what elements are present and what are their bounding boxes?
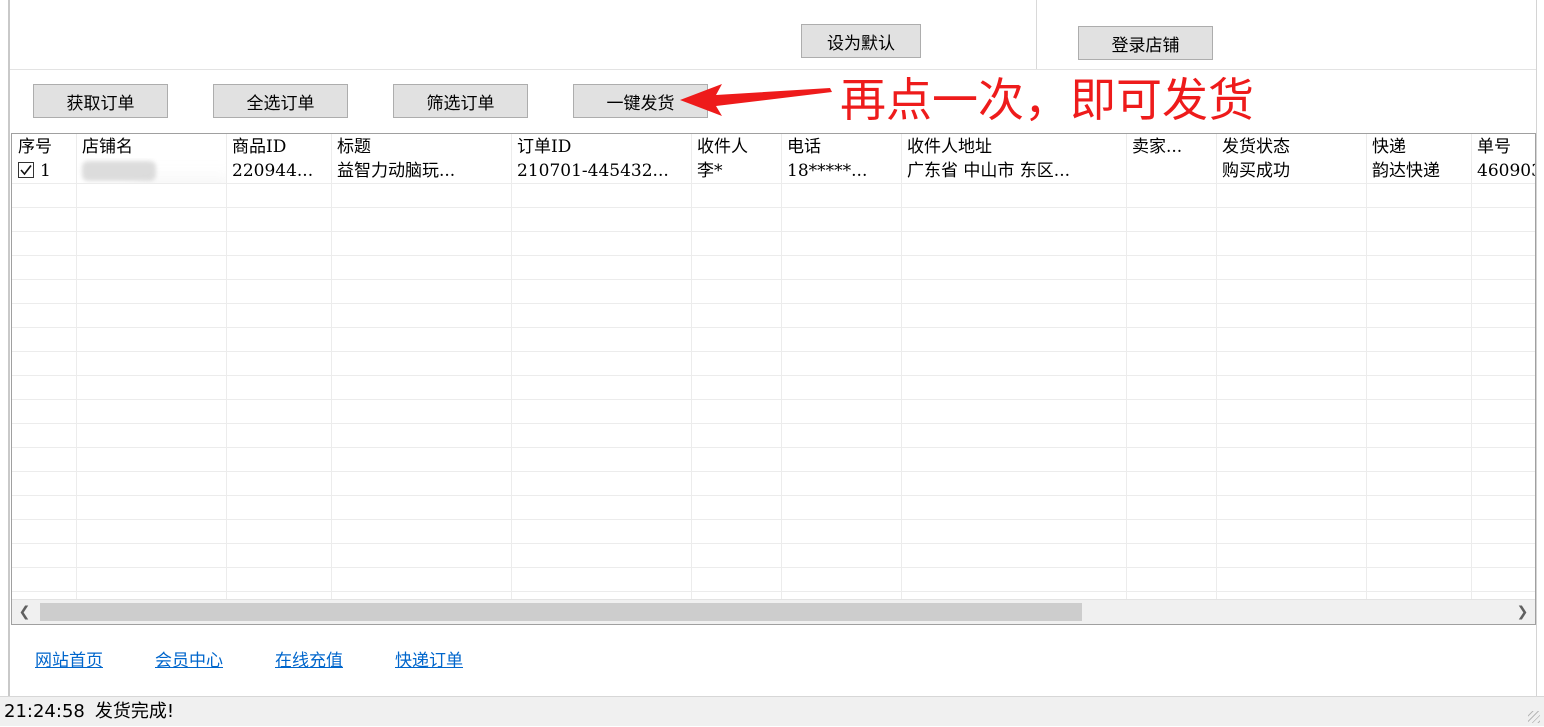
empty-row xyxy=(12,496,1535,520)
empty-row xyxy=(12,232,1535,256)
redacted-store-name xyxy=(82,161,156,181)
window-left-border xyxy=(8,0,10,696)
status-bar: 21:24:58 发货完成! xyxy=(0,696,1544,726)
empty-row xyxy=(12,304,1535,328)
row-phone: 18*****... xyxy=(787,161,868,181)
column-header-tracking[interactable]: 单号 xyxy=(1471,134,1535,158)
link-website-home[interactable]: 网站首页 xyxy=(35,646,103,671)
row-recipient: 李* xyxy=(697,161,723,181)
column-header-seller[interactable]: 卖家... xyxy=(1126,134,1216,158)
empty-row xyxy=(12,280,1535,304)
column-header-index[interactable]: 序号 xyxy=(12,134,76,158)
table-row[interactable]: 1 220944... 益智力动脑玩... 210701-445432... 李… xyxy=(12,158,1536,184)
set-default-button[interactable]: 设为默认 xyxy=(801,24,921,58)
grid-header: 序号 店铺名 商品ID 标题 订单ID 收件人 电话 收件人地址 卖家... 发… xyxy=(12,134,1535,158)
link-online-recharge[interactable]: 在线充值 xyxy=(275,646,343,671)
column-header-product-id[interactable]: 商品ID xyxy=(226,134,331,158)
orders-grid[interactable]: 序号 店铺名 商品ID 标题 订单ID 收件人 电话 收件人地址 卖家... 发… xyxy=(11,133,1536,625)
row-checkbox[interactable] xyxy=(18,162,34,178)
column-header-courier[interactable]: 快递 xyxy=(1366,134,1471,158)
empty-row xyxy=(12,520,1535,544)
column-header-order-id[interactable]: 订单ID xyxy=(511,134,691,158)
row-index: 1 xyxy=(40,161,51,181)
status-message: 发货完成! xyxy=(94,701,175,722)
column-header-phone[interactable]: 电话 xyxy=(781,134,901,158)
scrollbar-thumb[interactable] xyxy=(40,603,1082,621)
row-address: 广东省 中山市 东区... xyxy=(907,161,1071,181)
window-right-border xyxy=(1536,0,1537,696)
row-courier: 韵达快递 xyxy=(1372,161,1440,181)
status-time: 21:24:58 xyxy=(4,701,85,722)
resize-grip-icon[interactable] xyxy=(1528,711,1540,723)
top-panel-divider xyxy=(1036,0,1037,69)
empty-row xyxy=(12,400,1535,424)
horizontal-scrollbar[interactable]: ❮ ❯ xyxy=(12,599,1535,624)
top-separator xyxy=(10,69,1536,70)
link-express-orders[interactable]: 快递订单 xyxy=(395,646,463,671)
empty-row xyxy=(12,448,1535,472)
row-store-cell xyxy=(76,158,226,183)
empty-row xyxy=(12,544,1535,568)
row-tracking: 460903 xyxy=(1477,161,1536,181)
filter-orders-button[interactable]: 筛选订单 xyxy=(393,84,528,118)
row-status: 购买成功 xyxy=(1222,161,1290,181)
select-all-orders-button[interactable]: 全选订单 xyxy=(213,84,348,118)
row-product-id: 220944... xyxy=(232,161,314,181)
checkmark-icon xyxy=(20,165,32,176)
empty-row xyxy=(12,352,1535,376)
column-header-title[interactable]: 标题 xyxy=(331,134,511,158)
link-member-center[interactable]: 会员中心 xyxy=(155,646,223,671)
fetch-orders-button[interactable]: 获取订单 xyxy=(33,84,168,118)
row-order-id: 210701-445432... xyxy=(517,161,669,181)
scroll-left-icon[interactable]: ❮ xyxy=(12,600,37,624)
column-header-status[interactable]: 发货状态 xyxy=(1216,134,1366,158)
scroll-right-icon[interactable]: ❯ xyxy=(1510,600,1535,624)
empty-row xyxy=(12,568,1535,592)
empty-row xyxy=(12,328,1535,352)
row-title: 益智力动脑玩... xyxy=(337,161,456,181)
empty-row xyxy=(12,184,1535,208)
empty-row xyxy=(12,376,1535,400)
row-seller xyxy=(1126,158,1216,183)
login-store-button[interactable]: 登录店铺 xyxy=(1078,26,1213,60)
annotation-text: 再点一次，即可发货 xyxy=(840,73,1254,127)
row-index-cell: 1 xyxy=(12,158,76,183)
column-header-recipient[interactable]: 收件人 xyxy=(691,134,781,158)
empty-row xyxy=(12,256,1535,280)
empty-row xyxy=(12,424,1535,448)
annotation-arrow-icon xyxy=(680,84,832,116)
empty-row xyxy=(12,208,1535,232)
column-header-address[interactable]: 收件人地址 xyxy=(901,134,1126,158)
empty-row xyxy=(12,472,1535,496)
column-header-store[interactable]: 店铺名 xyxy=(76,134,226,158)
